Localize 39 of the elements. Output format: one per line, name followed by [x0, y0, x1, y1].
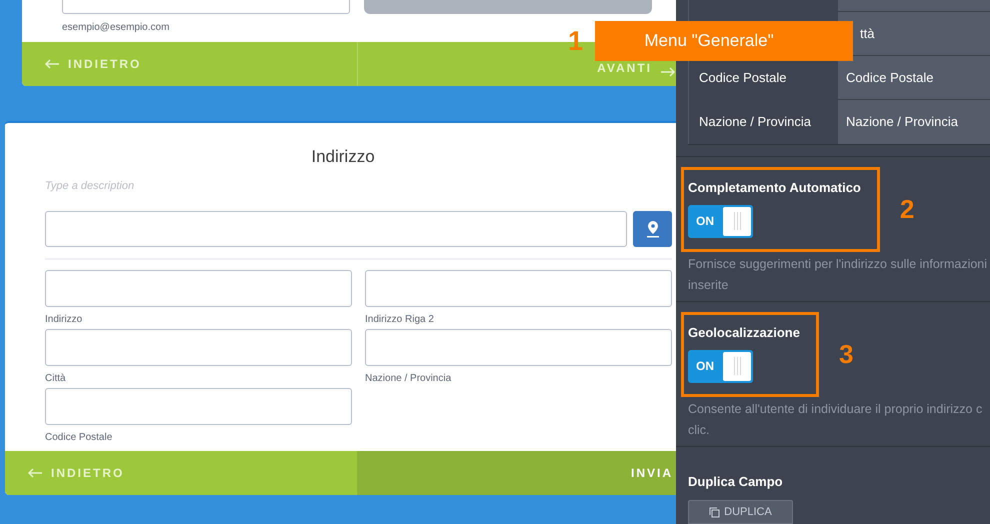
field-label: Indirizzo Riga 2 — [365, 312, 434, 326]
back-button[interactable]: INDIETRO — [22, 42, 357, 86]
setting-title: Geolocalizzazione — [688, 324, 800, 340]
field-name: Nazione / Provincia — [699, 113, 811, 132]
field-label: Codice Postale — [45, 430, 112, 444]
toggle-switch[interactable]: ON — [688, 350, 753, 382]
input-field[interactable] — [45, 328, 352, 366]
submit-button[interactable]: INVIA — [357, 451, 676, 495]
field-name: Codice Postale — [699, 69, 786, 88]
setting-description: Fornisce suggerimenti per l'indirizzo sulle informazioni inserite — [688, 256, 988, 294]
setting-title: Completamento Automatico — [688, 180, 861, 194]
input-field[interactable] — [45, 270, 352, 306]
callout-number: 2 — [900, 192, 914, 226]
back-button[interactable]: INDIETRO — [5, 451, 357, 495]
copy-icon — [709, 506, 720, 518]
right-arrow-icon — [660, 67, 676, 77]
location-pin-icon — [646, 220, 660, 238]
location-button[interactable] — [633, 210, 672, 246]
input-field[interactable] — [45, 388, 352, 424]
label-value: Codice Postale — [846, 68, 934, 87]
field-label: Nazione / Provincia — [365, 372, 452, 386]
left-arrow-icon — [27, 468, 43, 478]
setting-title: Duplica Campo — [688, 472, 783, 491]
left-arrow-icon — [44, 59, 60, 69]
email-hint: esempio@esempio.com — [61, 21, 170, 35]
field-label: Indirizzo — [45, 312, 82, 326]
input-field[interactable] — [365, 270, 672, 306]
annotation-tooltip: Menu "Generale" — [595, 21, 854, 61]
duplicate-button[interactable]: DUPLICA — [688, 500, 793, 524]
toggle-switch[interactable]: ON — [688, 204, 753, 238]
setting-description: Consente all'utente di individuare il proprio indirizzo c clic. — [688, 400, 984, 438]
address-search-field[interactable] — [45, 210, 627, 246]
callout-number: 3 — [838, 338, 854, 370]
description-field[interactable]: Type a description — [45, 178, 134, 194]
form-title: Indirizzo — [311, 146, 376, 168]
label-value: ttà — [860, 24, 874, 43]
label-value: Nazione / Provincia — [846, 113, 958, 132]
input-field[interactable] — [365, 328, 672, 366]
field-label: Città — [45, 372, 66, 386]
